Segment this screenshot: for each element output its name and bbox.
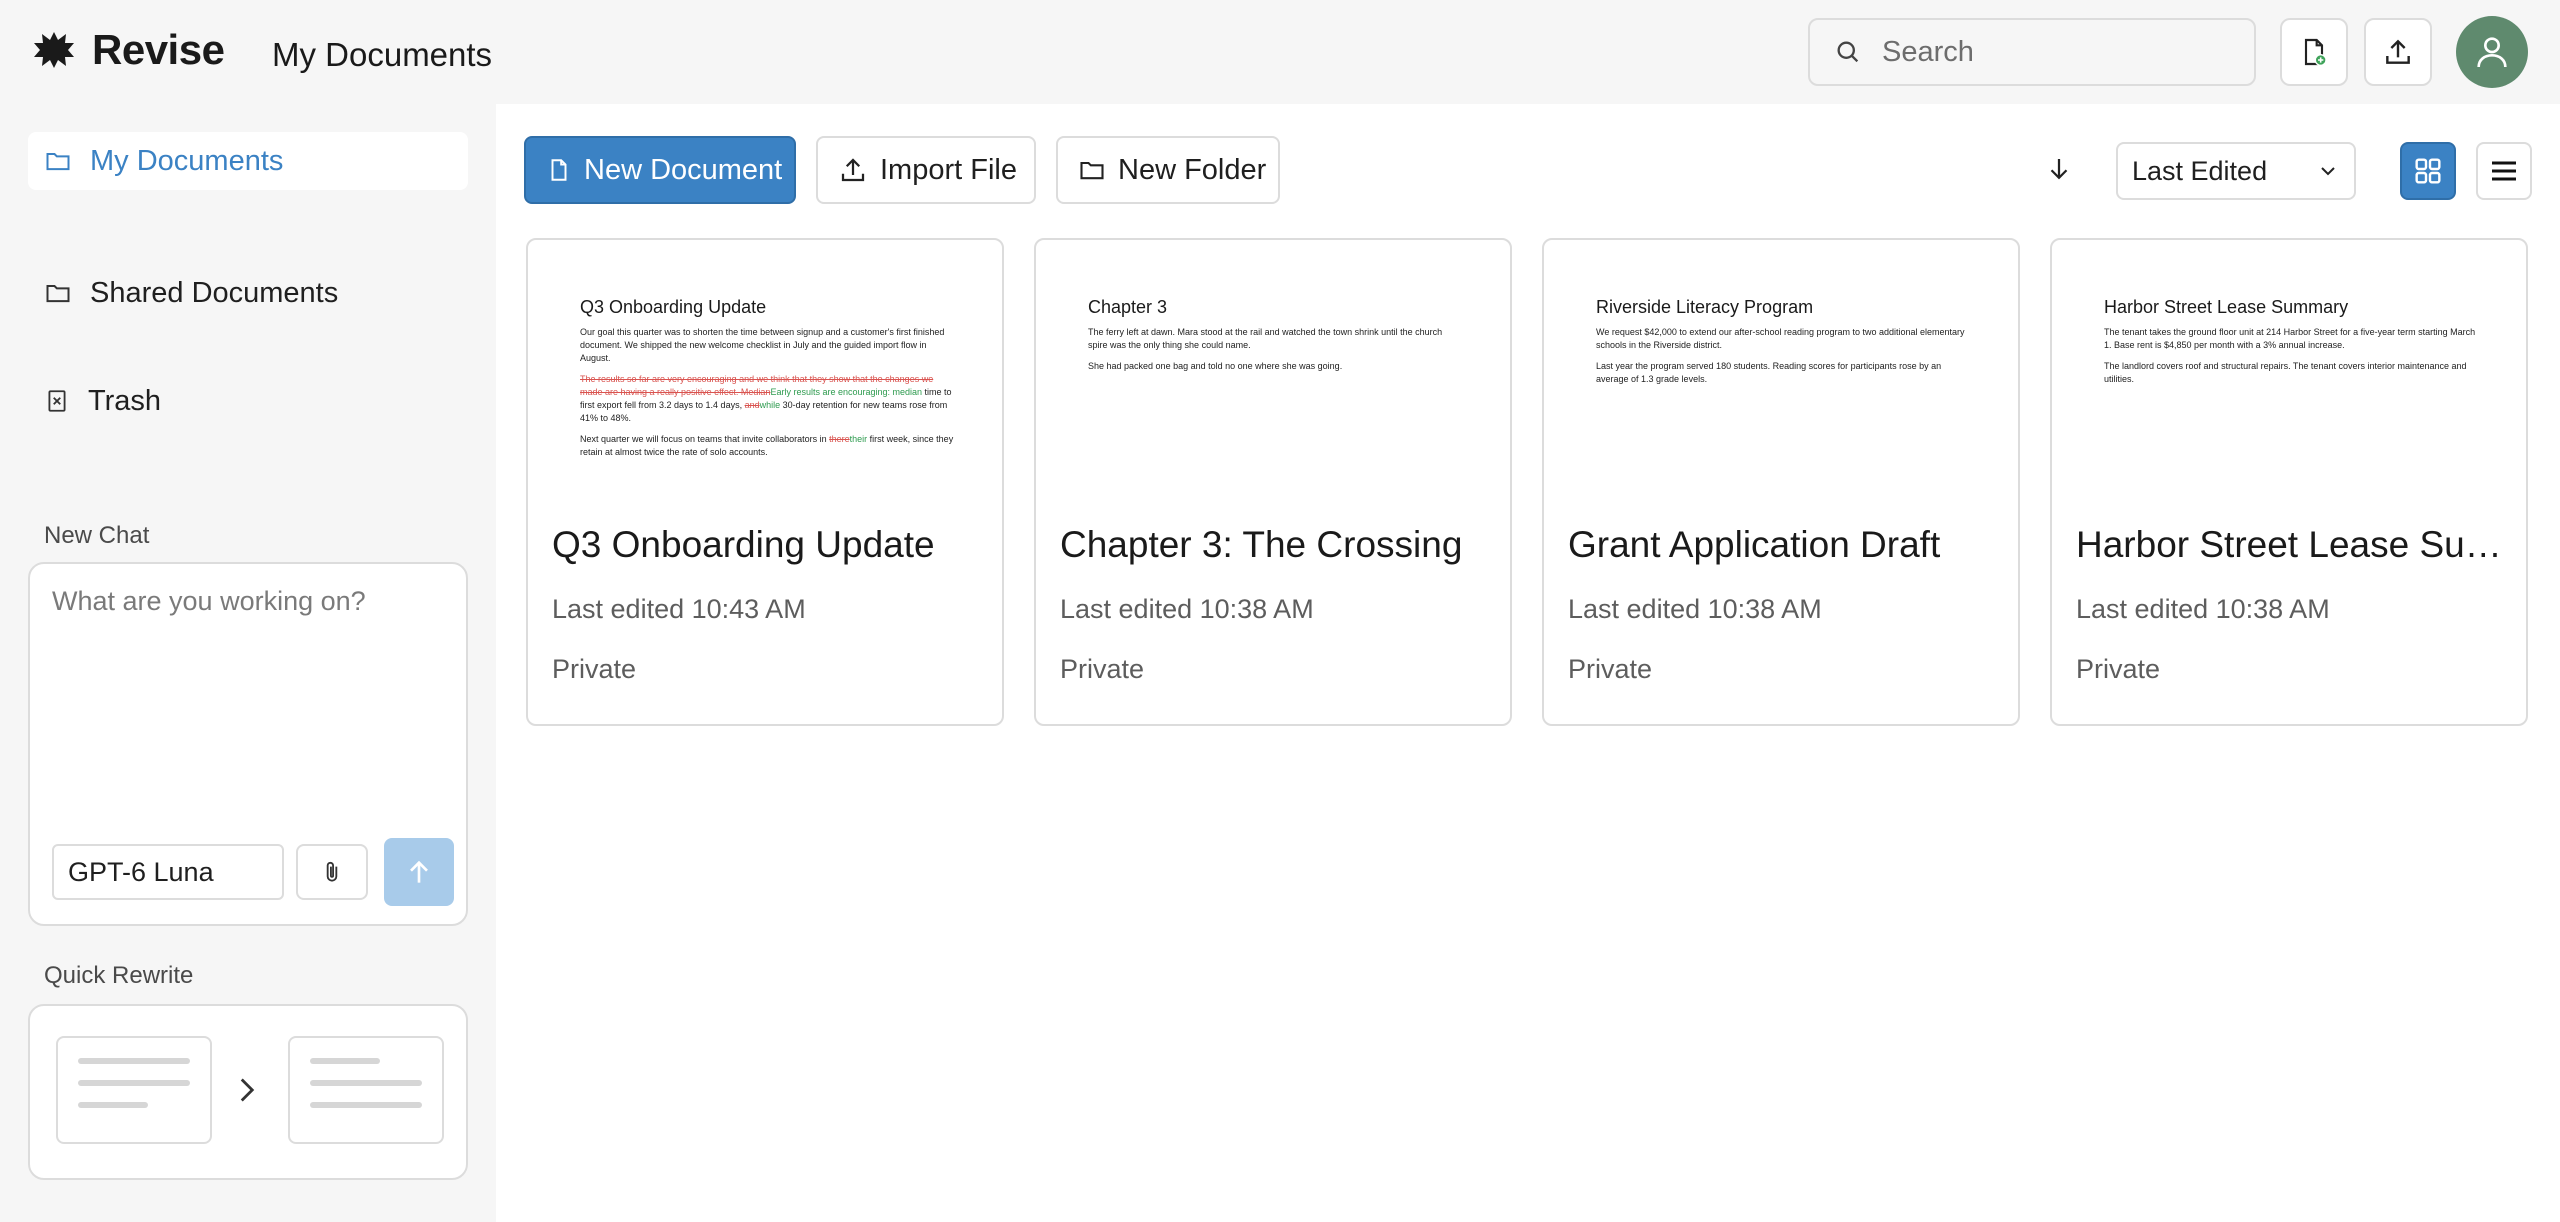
document-preview: Chapter 3 The ferry left at dawn. Mara s…: [1088, 296, 1462, 381]
document-preview: Harbor Street Lease Summary The tenant t…: [2104, 296, 2478, 394]
sidebar-item-trash[interactable]: Trash: [28, 372, 468, 430]
inserted-text: Early results are encouraging: median: [770, 387, 923, 397]
app-name: Revise: [92, 26, 225, 73]
preview-title: Chapter 3: [1088, 297, 1168, 317]
sidebar-item-shared-documents[interactable]: Shared Documents: [28, 264, 468, 322]
paperclip-icon: [326, 861, 338, 882]
sidebar-item-label: Shared Documents: [90, 276, 339, 309]
preview-paragraph: Next quarter we will focus on teams that…: [580, 433, 954, 459]
document-title: Harbor Street Lease Summary: [2076, 524, 2508, 565]
quick-rewrite-panel[interactable]: [28, 1004, 468, 1180]
folder-icon: [46, 153, 70, 171]
deleted-text: there: [829, 434, 850, 444]
new-chat-label: New Chat: [44, 522, 150, 549]
document-privacy: Private: [1060, 654, 1145, 684]
document-privacy: Private: [1568, 654, 1653, 684]
upload-header-button[interactable]: [2364, 18, 2432, 86]
document-last-edited: Last edited 10:38 AM: [1568, 594, 1822, 624]
sidebar: My Documents Shared Documents Trash New …: [0, 104, 496, 1222]
new-document-button[interactable]: New Document: [524, 136, 796, 204]
sort-select[interactable]: Last Edited: [2116, 142, 2356, 200]
document-preview: Riverside Literacy Program We request $4…: [1596, 296, 1970, 394]
document-title: Q3 Onboarding Update: [552, 524, 935, 565]
revise-logo-icon: [34, 32, 74, 68]
preview-paragraph: Our goal this quarter was to shorten the…: [580, 327, 945, 363]
document-title: Grant Application Draft: [1568, 524, 1941, 565]
new-document-header-button[interactable]: [2280, 18, 2348, 86]
preview-paragraph: The tenant takes the ground floor unit a…: [2104, 327, 2476, 350]
document-card[interactable]: Q3 Onboarding Update Our goal this quart…: [526, 238, 1004, 726]
trash-icon: [48, 390, 66, 412]
preview-text: Next quarter we will focus on teams that…: [580, 434, 830, 444]
import-file-button[interactable]: Import File: [816, 136, 1036, 204]
upload-icon: [2386, 39, 2410, 64]
document-last-edited: Last edited 10:38 AM: [2076, 594, 2330, 624]
search-box[interactable]: [1808, 18, 2256, 86]
chat-composer: GPT-6 Luna: [28, 562, 468, 926]
document-privacy: Private: [2076, 654, 2161, 684]
document-preview: Q3 Onboarding Update Our goal this quart…: [580, 296, 954, 467]
preview-title: Harbor Street Lease Summary: [2104, 297, 2349, 317]
preview-paragraph: The ferry left at dawn. Mara stood at th…: [1088, 327, 1443, 350]
folder-icon: [46, 285, 70, 303]
sidebar-item-label: My Documents: [90, 144, 284, 177]
user-icon: [2477, 37, 2507, 68]
list-view-button[interactable]: [2476, 142, 2532, 200]
preview-paragraph: The landlord covers roof and structural …: [2104, 361, 2467, 384]
preview-paragraph: We request $42,000 to extend our after-s…: [1596, 327, 1965, 350]
document-privacy: Private: [552, 654, 637, 684]
page-title: My Documents: [272, 36, 493, 73]
sort-value: Last Edited: [2132, 155, 2268, 186]
main-content: New Document Import File New Folder Last…: [496, 104, 2560, 1222]
new-folder-button[interactable]: New Folder: [1056, 136, 1280, 204]
rewrite-before-thumbnail: [56, 1036, 212, 1144]
user-avatar[interactable]: [2456, 16, 2528, 88]
preview-paragraph: The results so far are very encouraging …: [580, 373, 954, 425]
grid-icon: [2415, 158, 2441, 184]
document-last-edited: Last edited 10:43 AM: [552, 594, 806, 624]
document-last-edited: Last edited 10:38 AM: [1060, 594, 1314, 624]
top-bar: Revise My Documents: [0, 0, 2560, 104]
app-logo[interactable]: Revise: [30, 26, 225, 74]
inserted-text: while: [759, 400, 781, 410]
document-title: Chapter 3: The Crossing: [1060, 524, 1463, 565]
upload-icon: [841, 158, 865, 182]
quick-rewrite-label: Quick Rewrite: [44, 962, 194, 989]
chevron-right-icon: [240, 1078, 255, 1102]
grid-view-button[interactable]: [2400, 142, 2456, 200]
inserted-text: their: [849, 434, 868, 444]
model-selector[interactable]: GPT-6 Luna: [52, 844, 284, 900]
document-card[interactable]: Harbor Street Lease Summary The tenant t…: [2050, 238, 2528, 726]
arrow-up-icon: [410, 860, 428, 883]
sidebar-item-label: Trash: [88, 384, 162, 417]
folder-icon: [1080, 161, 1104, 180]
document-card[interactable]: Riverside Literacy Program We request $4…: [1542, 238, 2020, 726]
preview-paragraph: Last year the program served 180 student…: [1596, 361, 1942, 384]
import-file-label: Import File: [880, 153, 1017, 186]
new-file-icon: [2304, 38, 2327, 66]
deleted-text: and: [744, 400, 760, 410]
chevron-down-icon: [2321, 167, 2335, 176]
list-icon: [2492, 161, 2516, 181]
attach-button[interactable]: [296, 844, 368, 900]
document-card[interactable]: Chapter 3 The ferry left at dawn. Mara s…: [1034, 238, 1512, 726]
preview-title: Riverside Literacy Program: [1596, 297, 1814, 317]
new-folder-label: New Folder: [1118, 153, 1267, 186]
search-icon: [1837, 41, 1859, 63]
chat-input[interactable]: [52, 586, 442, 786]
send-button[interactable]: [384, 838, 454, 906]
sidebar-item-my-documents[interactable]: My Documents: [28, 132, 468, 190]
rewrite-after-thumbnail: [288, 1036, 444, 1144]
file-icon: [551, 159, 567, 181]
new-document-label: New Document: [584, 153, 783, 186]
search-input[interactable]: [1882, 35, 2242, 69]
preview-title: Q3 Onboarding Update: [580, 297, 767, 317]
preview-paragraph: She had packed one bag and told no one w…: [1088, 361, 1343, 371]
sort-direction-icon[interactable]: [2044, 152, 2074, 186]
